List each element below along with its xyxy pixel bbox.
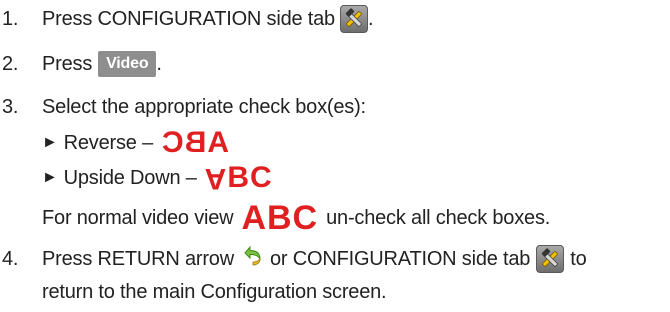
option-upside-down: ► Upside Down – ABC	[0, 161, 273, 195]
return-arrow-icon	[240, 244, 264, 274]
option-label: Upside Down –	[63, 166, 197, 189]
bullet-arrow: ►	[42, 169, 58, 186]
reverse-sample-text: ABC	[161, 126, 229, 159]
step-text: Press	[42, 52, 93, 75]
step-number: 2.	[2, 52, 19, 75]
sample-bc: BC	[227, 161, 273, 194]
video-button[interactable]: Video	[98, 51, 157, 77]
option-label: Reverse –	[63, 131, 154, 154]
flipped-a: A	[204, 162, 228, 195]
step-number: 1.	[2, 7, 19, 30]
step-text: Press CONFIGURATION side tab	[42, 7, 335, 30]
note-text-after: un-check all check boxes.	[326, 206, 551, 229]
step-text-b: or CONFIGURATION side tab	[269, 247, 531, 270]
step-number: 4.	[2, 247, 19, 270]
normal-view-note: For normal video view ABC un-check all c…	[0, 199, 551, 237]
note-text-before: For normal video view	[42, 206, 234, 229]
step-4-continuation: return to the main Configuration screen.	[0, 277, 387, 307]
step-period: .	[156, 52, 162, 75]
upside-down-sample-text: ABC	[204, 161, 273, 195]
hammer-wrench-icon	[536, 245, 565, 273]
step-4: 4. Press RETURN arrow or CONFIGURATION s…	[0, 244, 587, 274]
option-reverse: ► Reverse – ABC	[0, 126, 229, 159]
instructions: 1. Press CONFIGURATION side tab . 2. Pre…	[0, 0, 670, 312]
step-text-c: to	[570, 247, 587, 270]
step-2: 2. Press Video .	[0, 49, 162, 79]
step-text-a: Press RETURN arrow	[42, 247, 234, 270]
step-period: .	[367, 7, 374, 30]
step-text: Select the appropriate check box(es):	[42, 95, 366, 118]
step-1: 1. Press CONFIGURATION side tab .	[0, 4, 374, 34]
bullet-arrow: ►	[42, 134, 58, 151]
hammer-wrench-icon	[339, 5, 368, 33]
step-text-cont: return to the main Configuration screen.	[42, 280, 387, 303]
normal-sample-text: ABC	[241, 199, 319, 237]
step-3: 3. Select the appropriate check box(es):	[0, 92, 366, 122]
step-number: 3.	[2, 95, 19, 118]
